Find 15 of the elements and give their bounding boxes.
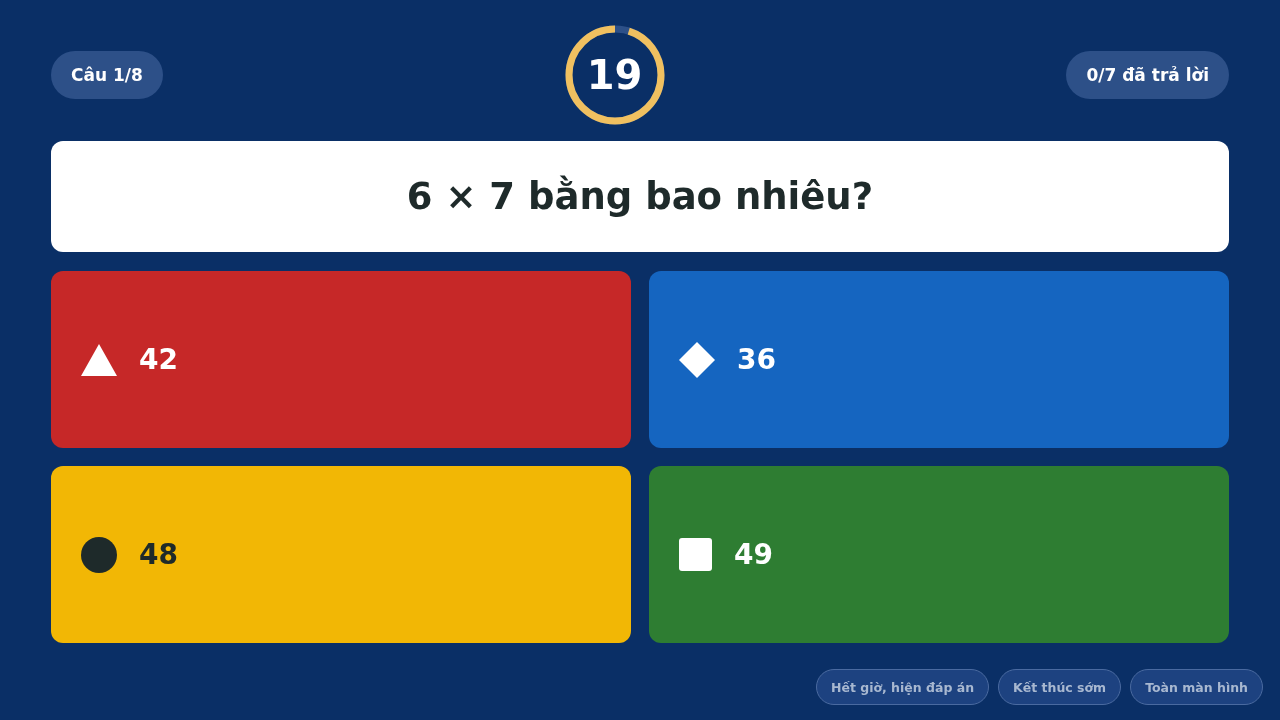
timer-value: 19	[585, 51, 644, 100]
answer-option[interactable]: 49	[649, 466, 1229, 643]
question-text: 6 × 7 bằng bao nhiêu?	[51, 141, 1229, 252]
answer-option[interactable]: 48	[51, 466, 631, 643]
triangle-icon	[81, 343, 117, 376]
answered-counter: 0/7 đã trả lời	[1066, 51, 1229, 99]
footer-button[interactable]: Hết giờ, hiện đáp án	[815, 669, 990, 705]
diamond-icon	[679, 341, 715, 378]
answer-option[interactable]: 36	[649, 271, 1229, 448]
square-icon	[679, 538, 712, 571]
circle-icon	[81, 536, 117, 573]
question-counter: Câu 1/8	[51, 51, 163, 99]
answer-option[interactable]: 42	[51, 271, 631, 448]
footer-button[interactable]: Kết thúc sớm	[998, 669, 1122, 705]
footer-button[interactable]: Toàn màn hình	[1130, 669, 1263, 705]
